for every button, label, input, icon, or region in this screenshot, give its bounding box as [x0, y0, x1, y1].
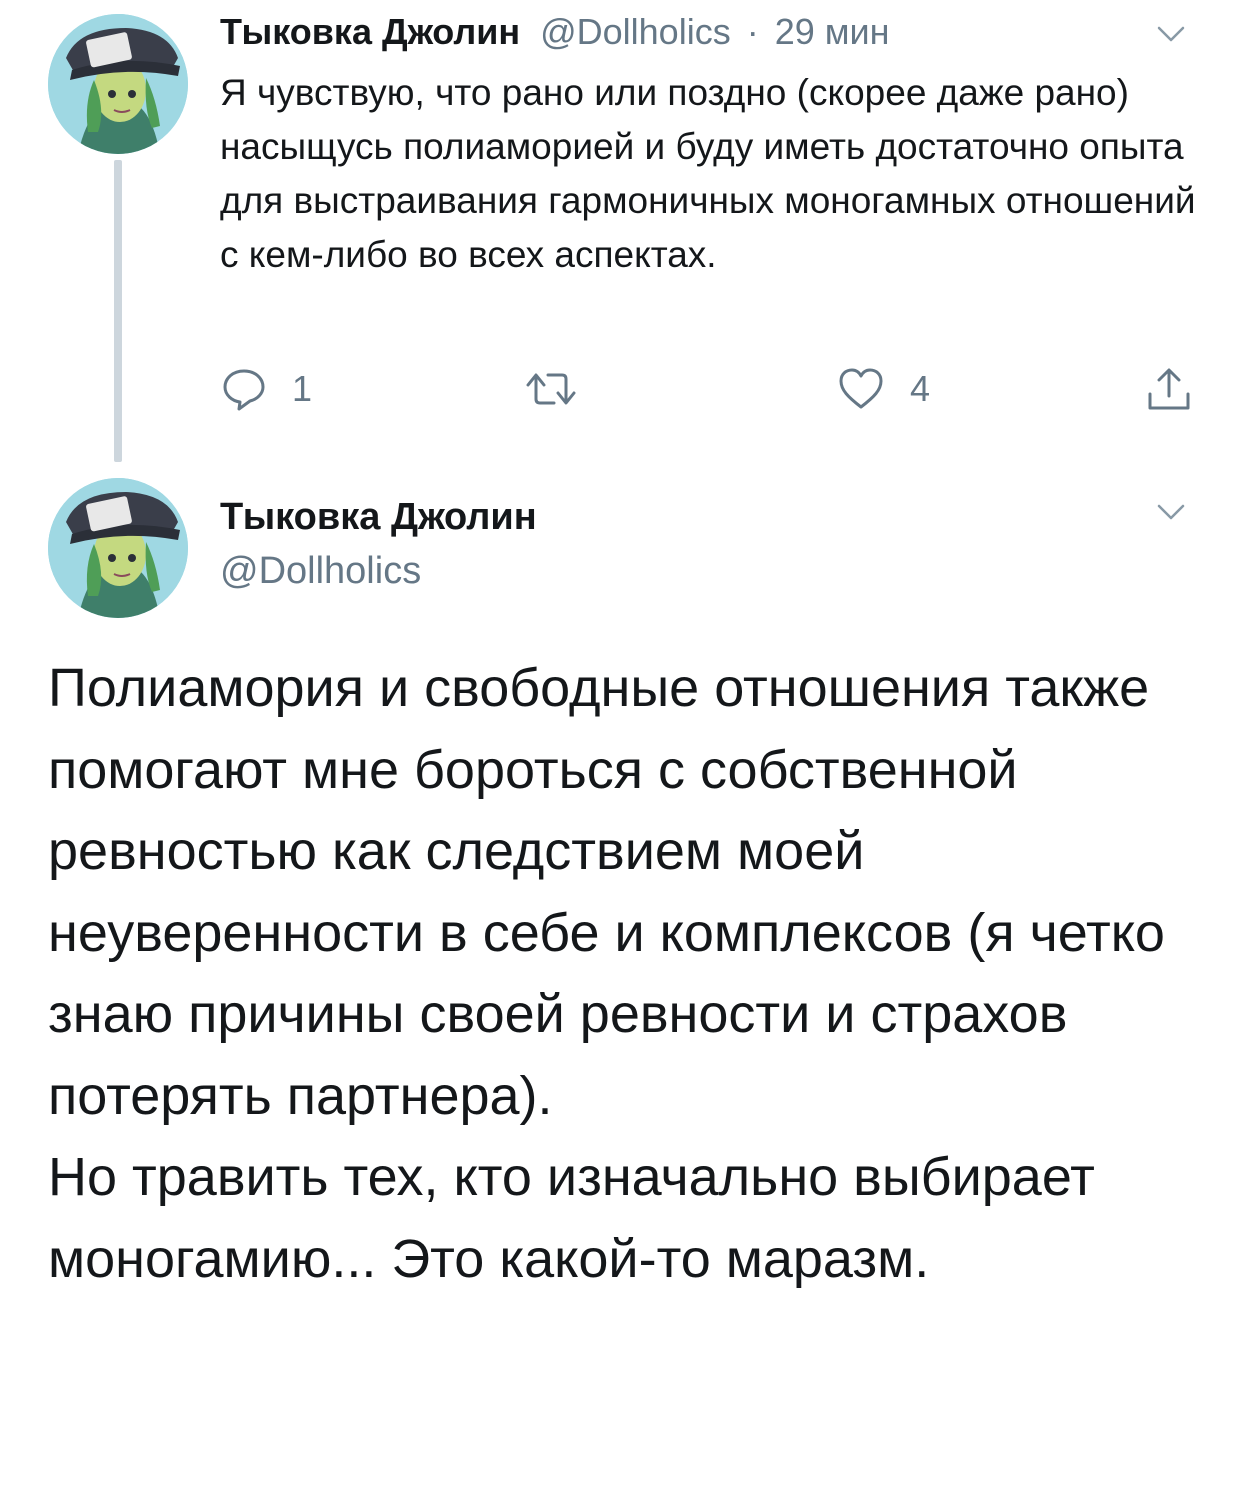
avatar[interactable]: [48, 14, 188, 154]
thread-line: [114, 160, 122, 462]
like-button[interactable]: 4: [838, 366, 930, 412]
share-icon: [1148, 368, 1190, 410]
reply-icon: [223, 369, 265, 411]
tweet-text: Полиамория и свободные отношения также п…: [48, 648, 1218, 1300]
chevron-down-icon[interactable]: [1156, 502, 1186, 522]
like-icon: [839, 368, 883, 409]
author-name[interactable]: Тыковка Джолин: [220, 494, 537, 540]
avatar[interactable]: [48, 478, 188, 618]
tweet-text-paragraph: Полиамория и свободные отношения также п…: [48, 658, 1165, 1126]
share-button[interactable]: [1146, 366, 1192, 412]
tweet-header: Тыковка Джолин @Dollholics · 29 мин: [220, 10, 890, 54]
tweet-time[interactable]: 29 мин: [775, 11, 890, 52]
retweet-icon: [526, 373, 576, 405]
like-count: 4: [910, 368, 931, 409]
reply-count: 1: [292, 368, 313, 409]
author-handle[interactable]: @Dollholics: [220, 548, 421, 594]
chevron-down-icon[interactable]: [1156, 24, 1186, 44]
tweet-text: Я чувствую, что рано или поздно (скорее …: [220, 72, 1196, 275]
header-separator: ·: [746, 11, 759, 52]
tweet-text-paragraph: Но травить тех, кто изначально выбирает …: [48, 1147, 1095, 1289]
author-handle[interactable]: @Dollholics: [540, 11, 731, 52]
retweet-button[interactable]: [524, 366, 604, 412]
avatar-image: [48, 478, 188, 618]
author-name[interactable]: Тыковка Джолин: [220, 11, 520, 52]
avatar-image: [48, 14, 188, 154]
reply-button[interactable]: 1: [222, 366, 312, 412]
